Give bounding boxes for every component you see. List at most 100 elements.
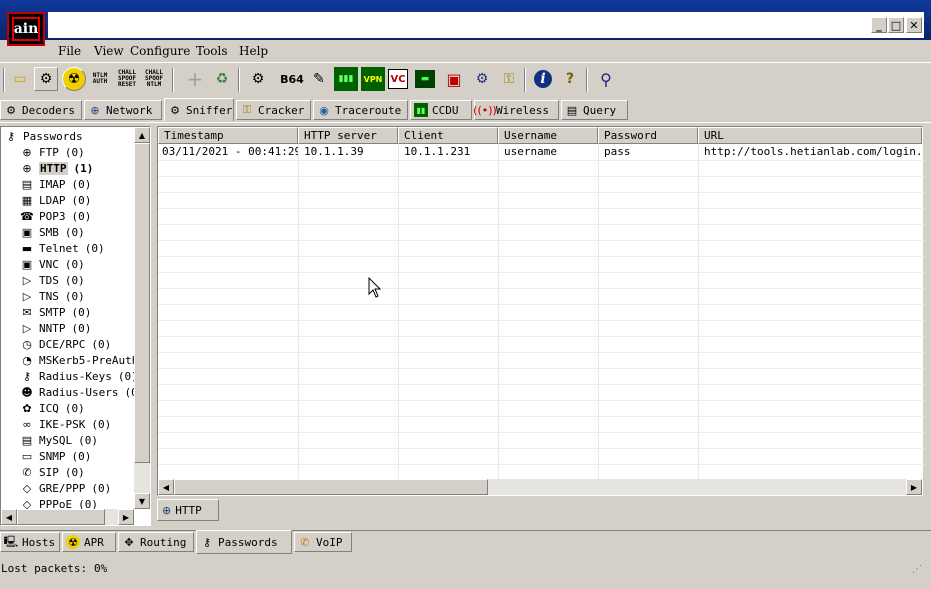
scroll-thumb[interactable]	[134, 143, 150, 463]
tree-item-mysql[interactable]: ▤ MySQL (0)	[19, 432, 98, 448]
scroll-thumb[interactable]	[174, 479, 488, 495]
tree-item-tds[interactable]: ▷ TDS (0)	[19, 272, 85, 288]
menu-help[interactable]: Help	[239, 43, 268, 59]
title-bar[interactable]: _ □ ✕	[0, 0, 931, 40]
tree-root-passwords[interactable]: ⚷ Passwords	[3, 128, 83, 144]
cisco-icon[interactable]: ▣	[442, 67, 466, 91]
column-header-password[interactable]: Password	[598, 127, 698, 144]
info-icon[interactable]: i	[531, 67, 555, 91]
tree-item-count: (0)	[64, 145, 85, 159]
tree-item-ldap[interactable]: ▦ LDAP (0)	[19, 192, 92, 208]
menu-view[interactable]: View	[94, 43, 124, 59]
tree-item-smb[interactable]: ▣ SMB (0)	[19, 224, 85, 240]
cell-username[interactable]: username	[500, 144, 598, 160]
tab-sniffer[interactable]: ⚙ Sniffer	[164, 98, 234, 121]
tab-voip[interactable]: ✆ VoIP	[294, 532, 352, 552]
tree-item-sip[interactable]: ✆ SIP (0)	[19, 464, 84, 480]
tab-wireless[interactable]: ((•)) Wireless	[473, 100, 559, 120]
column-header-timestamp[interactable]: Timestamp	[158, 127, 298, 144]
cell-password[interactable]: pass	[600, 144, 698, 160]
sniff-graph-icon[interactable]: ▮▮▮	[334, 67, 358, 91]
tree-item-radius-users[interactable]: ☻Radius-Users(0)	[19, 384, 144, 400]
open-folder-icon[interactable]: ▭	[8, 67, 32, 91]
tab-apr[interactable]: ☢ APR	[62, 532, 116, 552]
tree-item-icq[interactable]: ✿ ICQ (0)	[19, 400, 84, 416]
tree-vscrollbar[interactable]: ▲ ▼	[134, 127, 150, 509]
cell-url[interactable]: http://tools.hetianlab.com/login.php	[700, 144, 922, 160]
tree-item-snmp[interactable]: ▭ SNMP (0)	[19, 448, 92, 464]
start-sniffer-icon[interactable]: ⚙	[34, 67, 58, 91]
scroll-left-button[interactable]: ◀	[158, 479, 174, 495]
menu-file[interactable]: File	[58, 43, 81, 59]
cell-http-server[interactable]: 10.1.1.39	[300, 144, 398, 160]
scroll-right-button[interactable]: ▶	[906, 479, 922, 495]
tree-item-count: (0)	[91, 481, 112, 495]
tab-passwords[interactable]: ⚷ Passwords	[196, 530, 292, 554]
hash-calculator-icon[interactable]: ✎	[307, 67, 331, 91]
tree-item-nntp[interactable]: ▷ NNTP (0)	[19, 320, 92, 336]
tree-item-imap[interactable]: ▤ IMAP (0)	[19, 176, 92, 192]
column-header-username[interactable]: Username	[498, 127, 598, 144]
vnc-icon[interactable]: VC	[388, 69, 408, 89]
minimize-button[interactable]: _	[871, 17, 887, 33]
tab-cracker[interactable]: ⚿ Cracker	[236, 100, 311, 120]
maximize-button[interactable]: □	[888, 17, 904, 33]
scroll-down-button[interactable]: ▼	[134, 493, 150, 509]
resize-grip-icon[interactable]: ⋰	[912, 564, 922, 575]
decoder-icon[interactable]: ⚙	[246, 67, 270, 91]
tree-item-telnet[interactable]: ▬ Telnet (0)	[19, 240, 105, 256]
tree-item-dce-rpc[interactable]: ◷ DCE/RPC (0)	[19, 336, 111, 352]
tab-query[interactable]: ▤ Query	[561, 100, 628, 120]
scroll-up-button[interactable]: ▲	[134, 127, 150, 143]
tree-item-http[interactable]: ⊕ HTTP (1)	[19, 160, 93, 176]
apr-radiation-icon[interactable]: ☢	[62, 67, 86, 91]
base64-icon[interactable]: B64	[280, 67, 304, 91]
password-tree[interactable]: ⚷ Passwords ⊕ FTP (0) ⊕ HTTP (1) ▤ IMAP (0) ▦ LDAP (…	[0, 126, 151, 526]
add-icon[interactable]: +	[183, 67, 207, 91]
tree-item-tns[interactable]: ▷ TNS (0)	[19, 288, 85, 304]
tree-item-vnc[interactable]: ▣ VNC (0)	[19, 256, 85, 272]
scroll-left-button[interactable]: ◀	[1, 509, 17, 525]
cain-logo[interactable]: ain	[7, 12, 45, 46]
terminal-icon[interactable]: ▬	[415, 70, 435, 88]
column-header-client[interactable]: Client	[398, 127, 498, 144]
key-icon[interactable]: ⚿	[497, 67, 521, 91]
tab-ccdu[interactable]: ▮▮ CCDU	[410, 100, 472, 120]
menu-bar: File View Configure Tools Help	[0, 40, 931, 62]
chall-spoof-ntlm-icon[interactable]: CHALL SPOOF NTLM	[142, 67, 166, 91]
cell-timestamp[interactable]: 03/11/2021 - 00:41:29	[158, 144, 298, 160]
tab-routing[interactable]: ✥ Routing	[118, 532, 194, 552]
tree-hscrollbar[interactable]: ◀ ▶	[1, 509, 134, 525]
ike-psk-icon: ∞	[22, 417, 32, 431]
http-credentials-grid[interactable]: Timestamp HTTP server Client Username Pa…	[157, 126, 924, 496]
tree-item-radius-keys[interactable]: ⚷ Radius-Keys (0)	[19, 368, 138, 384]
tab-hosts[interactable]: 🖳 Hosts	[0, 532, 60, 552]
tree-item-ike-psk[interactable]: ∞ IKE-PSK (0)	[19, 416, 111, 432]
scroll-thumb[interactable]	[17, 509, 105, 525]
tab-traceroute[interactable]: ◉ Traceroute	[313, 100, 408, 120]
tree-item-gre-ppp[interactable]: ◇ GRE/PPP (0)	[19, 480, 111, 496]
tree-item-ftp[interactable]: ⊕ FTP (0)	[19, 144, 85, 160]
ntlm-auth-icon[interactable]: NTLM AUTH	[88, 67, 112, 91]
grid-hscrollbar[interactable]: ◀ ▶	[158, 479, 922, 495]
tree-item-mskerb5-preauth[interactable]: ◔ MSKerb5-PreAuth	[19, 352, 144, 368]
tree-item-pop3[interactable]: ☎ POP3 (0)	[19, 208, 91, 224]
scroll-right-button[interactable]: ▶	[118, 509, 134, 525]
subtab-http[interactable]: ⊕ HTTP	[157, 499, 219, 521]
chall-spoof-reset-icon[interactable]: CHALL SPOOF RESET	[115, 67, 139, 91]
tab-decoders[interactable]: ⚙ Decoders	[0, 100, 82, 120]
tree-item-label: LDAP	[39, 193, 66, 207]
exit-icon[interactable]: ⚲	[594, 67, 618, 91]
tree-item-smtp[interactable]: ✉ SMTP (0)	[19, 304, 91, 320]
column-header-url[interactable]: URL	[698, 127, 922, 144]
recycle-icon[interactable]: ♻	[210, 67, 234, 91]
help-icon[interactable]: ?	[558, 67, 582, 91]
cell-client[interactable]: 10.1.1.231	[400, 144, 498, 160]
menu-configure[interactable]: Configure	[130, 43, 190, 59]
network-icon[interactable]: ⚙	[470, 67, 494, 91]
vpn-icon[interactable]: VPN	[361, 67, 385, 91]
column-header-http-server[interactable]: HTTP server	[298, 127, 398, 144]
menu-tools[interactable]: Tools	[196, 43, 228, 59]
close-button[interactable]: ✕	[906, 17, 922, 33]
tab-network[interactable]: ⊕ Network	[84, 100, 162, 120]
